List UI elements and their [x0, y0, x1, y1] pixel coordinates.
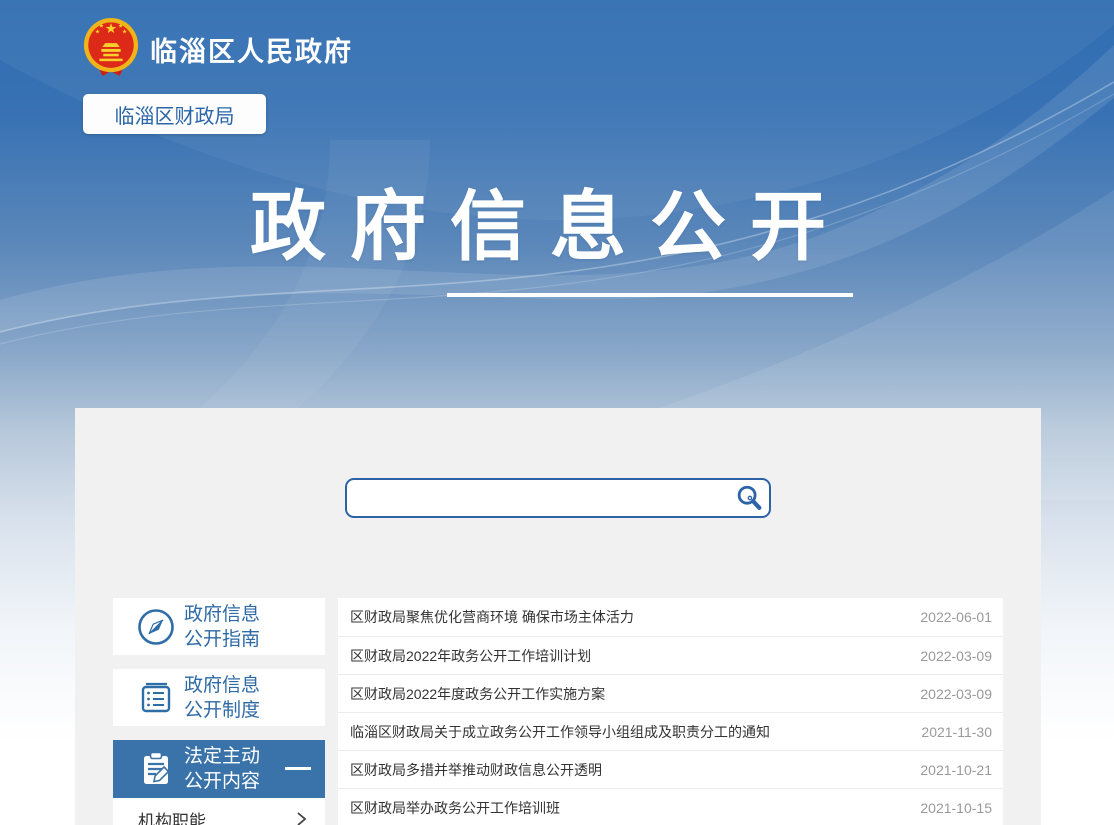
news-item-title[interactable]: 区财政局2022年度政务公开工作实施方案 [350, 684, 605, 704]
search-button[interactable] [729, 480, 769, 516]
news-list-item[interactable]: 区财政局聚焦优化营商环境 确保市场主体活力 2022-06-01 [338, 598, 1003, 636]
page-title: 政府信息公开 [250, 188, 850, 269]
compass-icon [136, 607, 176, 647]
page: 临淄区人民政府 临淄区财政局 政府信息公开 政府信息 公开指南 [0, 0, 1114, 825]
site-title: 临淄区人民政府 [150, 30, 353, 69]
news-item-title[interactable]: 区财政局2022年政务公开工作培训计划 [350, 646, 591, 666]
news-item-date: 2022-03-09 [920, 648, 992, 664]
news-item-title[interactable]: 区财政局举办政务公开工作培训班 [350, 798, 560, 818]
sidebar-item-system[interactable]: 政府信息 公开制度 [113, 669, 325, 726]
collapse-minus-icon[interactable] [285, 767, 311, 770]
news-list-item[interactable]: 区财政局2022年政务公开工作培训计划 2022-03-09 [338, 636, 1003, 674]
search-bar [345, 478, 771, 518]
news-list: 区财政局聚焦优化营商环境 确保市场主体活力 2022-06-01 区财政局202… [338, 598, 1003, 825]
sidebar-item-guide[interactable]: 政府信息 公开指南 [113, 598, 325, 655]
national-emblem-logo [82, 16, 140, 80]
sidebar-item-label: 法定主动 公开内容 [184, 744, 260, 794]
clipboard-pencil-icon [136, 749, 176, 789]
news-item-date: 2021-11-30 [921, 724, 992, 740]
department-badge-label: 临淄区财政局 [115, 100, 235, 129]
news-list-item[interactable]: 区财政局多措并举推动财政信息公开透明 2021-10-21 [338, 750, 1003, 788]
news-item-date: 2022-06-01 [920, 609, 992, 625]
news-item-date: 2022-03-09 [920, 686, 992, 702]
ledger-icon [136, 678, 176, 718]
news-list-item[interactable]: 区财政局举办政务公开工作培训班 2021-10-15 [338, 788, 1003, 825]
news-item-title[interactable]: 区财政局多措并举推动财政信息公开透明 [350, 760, 602, 780]
sidebar-item-label: 政府信息 公开制度 [184, 673, 260, 723]
sidebar-item-statutory-disclosure[interactable]: 法定主动 公开内容 [113, 740, 325, 798]
sidebar-item-label: 政府信息 公开指南 [184, 602, 260, 652]
news-list-item[interactable]: 区财政局2022年度政务公开工作实施方案 2022-03-09 [338, 674, 1003, 712]
news-item-date: 2021-10-21 [920, 762, 992, 778]
news-list-item[interactable]: 临淄区财政局关于成立政务公开工作领导小组组成及职责分工的通知 2021-11-3… [338, 712, 1003, 750]
sidebar-subitem-functions[interactable]: 机构职能 [113, 798, 325, 825]
search-icon [734, 483, 764, 513]
title-underline [447, 293, 853, 297]
chevron-right-icon [295, 811, 307, 825]
sidebar-subitem-label: 机构职能 [138, 807, 206, 825]
news-item-title[interactable]: 区财政局聚焦优化营商环境 确保市场主体活力 [350, 607, 634, 627]
news-item-title[interactable]: 临淄区财政局关于成立政务公开工作领导小组组成及职责分工的通知 [350, 722, 770, 742]
search-input[interactable] [347, 480, 729, 516]
news-item-date: 2021-10-15 [920, 800, 992, 816]
department-badge[interactable]: 临淄区财政局 [83, 94, 266, 134]
